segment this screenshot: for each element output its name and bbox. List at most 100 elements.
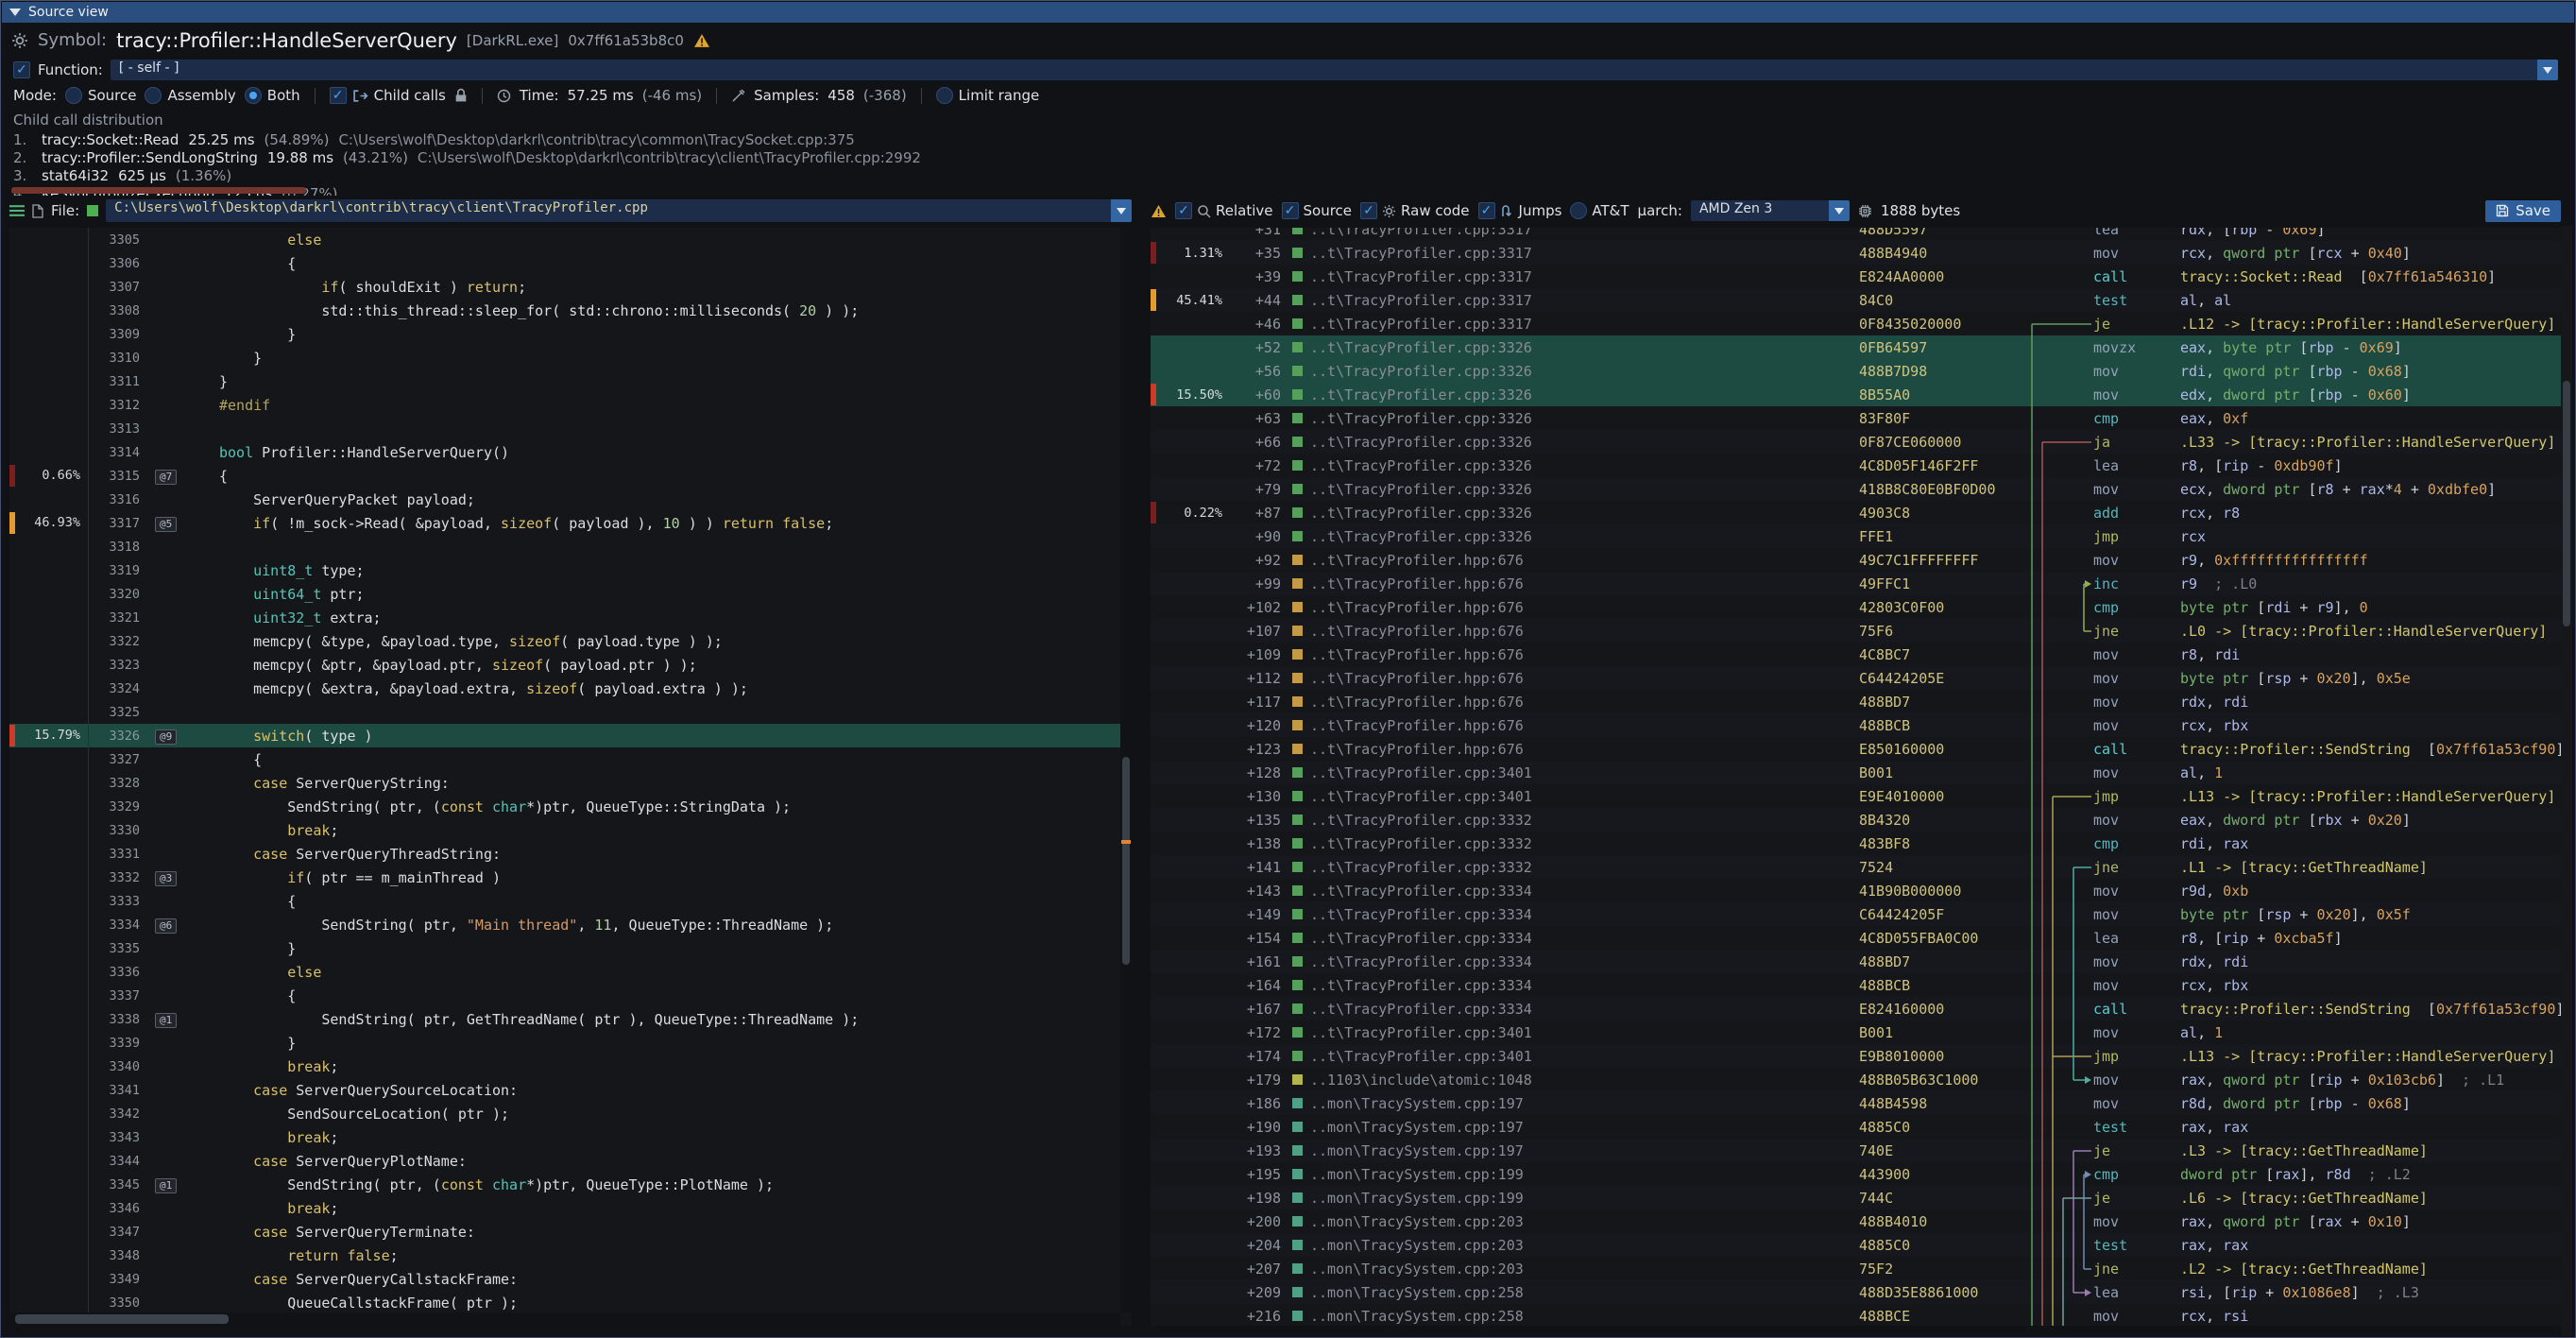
asm-group-chip[interactable]: @9 bbox=[155, 729, 177, 745]
source-line[interactable]: 3342 SendSourceLocation( ptr ); bbox=[9, 1102, 1132, 1125]
window-vscrollbar[interactable] bbox=[2561, 226, 2572, 1336]
source-hscrollbar-thumb[interactable] bbox=[15, 1314, 229, 1324]
asm-row[interactable]: +79..t\TracyProfiler.cpp:3326418B8C80E0B… bbox=[1151, 477, 2564, 501]
source-line[interactable]: 3349 case ServerQueryCallstackFrame: bbox=[9, 1267, 1132, 1291]
asm-row[interactable]: +102..t\TracyProfiler.hpp:67642803C0F00c… bbox=[1151, 595, 2564, 619]
source-line[interactable]: 3339 } bbox=[9, 1031, 1132, 1055]
source-line[interactable]: 3325 bbox=[9, 700, 1132, 724]
asm-row[interactable]: +135..t\TracyProfiler.cpp:33328B4320move… bbox=[1151, 808, 2564, 832]
asm-row[interactable]: +31..t\TracyProfiler.cpp:3317488D5597lea… bbox=[1151, 228, 2564, 241]
child-calls-hscrollbar-thumb[interactable] bbox=[11, 187, 306, 194]
source-hscrollbar[interactable] bbox=[9, 1312, 1120, 1326]
asm-row[interactable]: +154..t\TracyProfiler.cpp:33344C8D055FBA… bbox=[1151, 926, 2564, 950]
source-line[interactable]: 3305 else bbox=[9, 228, 1132, 251]
source-line[interactable]: 46.93%3317@5 if( !m_sock->Read( &payload… bbox=[9, 511, 1132, 535]
asm-group-chip[interactable]: @1 bbox=[155, 1013, 177, 1028]
asm-row[interactable]: +138..t\TracyProfiler.cpp:3332483BF8cmpr… bbox=[1151, 832, 2564, 855]
source-line[interactable]: 3306 { bbox=[9, 251, 1132, 275]
asm-row[interactable]: +72..t\TracyProfiler.cpp:33264C8D05F146F… bbox=[1151, 454, 2564, 477]
source-line[interactable]: 3319 uint8_t type; bbox=[9, 558, 1132, 582]
source-line[interactable]: 3314bool Profiler::HandleServerQuery() bbox=[9, 440, 1132, 464]
source-line[interactable]: 3311} bbox=[9, 369, 1132, 393]
asm-row[interactable]: +46..t\TracyProfiler.cpp:33170F843502000… bbox=[1151, 312, 2564, 335]
chevron-down-icon[interactable] bbox=[1829, 200, 1850, 221]
asm-row[interactable]: 15.50%+60..t\TracyProfiler.cpp:33268B55A… bbox=[1151, 383, 2564, 406]
source-line[interactable]: 3328 case ServerQueryString: bbox=[9, 771, 1132, 795]
asm-row[interactable]: +207..mon\TracySystem.cpp:20375F2jne.L2 … bbox=[1151, 1257, 2564, 1280]
source-line[interactable]: 3323 memcpy( &ptr, &payload.ptr, sizeof(… bbox=[9, 653, 1132, 677]
source-vscrollbar[interactable] bbox=[1120, 228, 1132, 1312]
source-line[interactable]: 3320 uint64_t ptr; bbox=[9, 582, 1132, 606]
child-call-entry[interactable]: 2.tracy::Profiler::SendLongString19.88 m… bbox=[13, 149, 2562, 167]
source-line[interactable]: 3322 memcpy( &type, &payload.type, sizeo… bbox=[9, 629, 1132, 653]
source-line[interactable]: 3335 } bbox=[9, 936, 1132, 960]
source-line[interactable]: 3341 case ServerQuerySourceLocation: bbox=[9, 1078, 1132, 1102]
asm-row[interactable]: +200..mon\TracySystem.cpp:203488B4010mov… bbox=[1151, 1209, 2564, 1233]
source-vscrollbar-thumb[interactable] bbox=[1122, 757, 1130, 965]
relative-checkbox[interactable]: ✓ Relative bbox=[1175, 202, 1273, 219]
save-button[interactable]: Save bbox=[2485, 200, 2561, 222]
asm-row[interactable]: +52..t\TracyProfiler.cpp:33260FB64597mov… bbox=[1151, 335, 2564, 359]
limit-range-checkbox[interactable]: Limit range bbox=[936, 87, 1040, 104]
source-line[interactable]: 3309 } bbox=[9, 322, 1132, 346]
asm-row[interactable]: 1.31%+35..t\TracyProfiler.cpp:3317488B49… bbox=[1151, 241, 2564, 265]
source-line[interactable]: 3308 std::this_thread::sleep_for( std::c… bbox=[9, 299, 1132, 322]
source-line[interactable]: 3336 else bbox=[9, 960, 1132, 984]
asm-row[interactable]: +190..mon\TracySystem.cpp:1974885C0testr… bbox=[1151, 1115, 2564, 1139]
asm-group-chip[interactable]: @5 bbox=[155, 517, 177, 532]
asm-row[interactable]: +161..t\TracyProfiler.cpp:3334488BD7movr… bbox=[1151, 950, 2564, 973]
asm-row[interactable]: +112..t\TracyProfiler.hpp:676C64424205Em… bbox=[1151, 666, 2564, 690]
asm-row[interactable]: +174..t\TracyProfiler.cpp:3401E9B8010000… bbox=[1151, 1044, 2564, 1068]
asm-row[interactable]: +117..t\TracyProfiler.hpp:676488BD7movrd… bbox=[1151, 690, 2564, 713]
source-line[interactable]: 3345@1 SendString( ptr, (const char*)ptr… bbox=[9, 1173, 1132, 1196]
asm-row[interactable]: +198..mon\TracySystem.cpp:199744Cje.L6 -… bbox=[1151, 1186, 2564, 1209]
asm-row[interactable]: +63..t\TracyProfiler.cpp:332683F80Fcmpea… bbox=[1151, 406, 2564, 430]
source-line[interactable]: 3333 { bbox=[9, 889, 1132, 913]
asm-row[interactable]: +141..t\TracyProfiler.cpp:33327524jne.L1… bbox=[1151, 855, 2564, 879]
mode-option-both[interactable]: Both bbox=[245, 87, 300, 104]
raw-code-checkbox[interactable]: ✓ Raw code bbox=[1360, 202, 1470, 219]
source-line[interactable]: 3350 QueueCallstackFrame( ptr ); bbox=[9, 1291, 1132, 1314]
asm-row[interactable]: +120..t\TracyProfiler.hpp:676488BCBmovrc… bbox=[1151, 713, 2564, 737]
asm-row[interactable]: +39..t\TracyProfiler.cpp:3317E824AA0000c… bbox=[1151, 265, 2564, 288]
asm-group-chip[interactable]: @7 bbox=[155, 470, 177, 485]
source-line[interactable]: 3347 case ServerQueryTerminate: bbox=[9, 1220, 1132, 1244]
asm-row[interactable]: +130..t\TracyProfiler.cpp:3401E9E4010000… bbox=[1151, 784, 2564, 808]
title-bar[interactable]: Source view bbox=[2, 2, 2574, 23]
source-line[interactable]: 3329 SendString( ptr, (const char*)ptr, … bbox=[9, 795, 1132, 818]
source-line[interactable]: 3331 case ServerQueryThreadString: bbox=[9, 842, 1132, 866]
chevron-down-icon[interactable] bbox=[1111, 199, 1132, 222]
child-call-entry[interactable]: 3.stat64i32625 µs(1.36%) bbox=[13, 167, 2562, 185]
source-line[interactable]: 3321 uint32_t extra; bbox=[9, 606, 1132, 629]
child-call-entry[interactable]: 1.tracy::Socket::Read25.25 ms(54.89%)C:\… bbox=[13, 131, 2562, 149]
window-vscrollbar-thumb[interactable] bbox=[2563, 381, 2570, 626]
mode-option-source[interactable]: Source bbox=[65, 87, 137, 104]
source-line[interactable]: 3344 case ServerQueryPlotName: bbox=[9, 1149, 1132, 1173]
asm-row[interactable]: 0.22%+87..t\TracyProfiler.cpp:33264903C8… bbox=[1151, 501, 2564, 524]
child-call-entry[interactable]: 4.KeSynchronizeExecution125 µs(0.27%) bbox=[13, 185, 2562, 196]
mode-option-assembly[interactable]: Assembly bbox=[145, 87, 235, 104]
asm-row[interactable]: +186..mon\TracySystem.cpp:197448B4598mov… bbox=[1151, 1091, 2564, 1115]
asm-row[interactable]: +109..t\TracyProfiler.hpp:6764C8BC7movr8… bbox=[1151, 643, 2564, 666]
asm-row[interactable]: +193..mon\TracySystem.cpp:197740Eje.L3 -… bbox=[1151, 1139, 2564, 1162]
asm-row[interactable]: +216..mon\TracySystem.cpp:258488BCEmovrc… bbox=[1151, 1304, 2564, 1326]
file-combo[interactable]: C:\Users\wolf\Desktop\darkrl\contrib\tra… bbox=[106, 199, 1132, 222]
asm-row[interactable]: +204..mon\TracySystem.cpp:2034885C0testr… bbox=[1151, 1233, 2564, 1257]
asm-row[interactable]: +179..1103\include\atomic:1048488B05B63C… bbox=[1151, 1068, 2564, 1091]
source-line[interactable]: 3343 break; bbox=[9, 1125, 1132, 1149]
asm-row[interactable]: +128..t\TracyProfiler.cpp:3401B001moval,… bbox=[1151, 761, 2564, 784]
asm-row[interactable]: +209..mon\TracySystem.cpp:258488D35E8861… bbox=[1151, 1280, 2564, 1304]
asm-row[interactable]: +143..t\TracyProfiler.cpp:333441B90B0000… bbox=[1151, 879, 2564, 902]
asm-row[interactable]: +172..t\TracyProfiler.cpp:3401B001moval,… bbox=[1151, 1021, 2564, 1044]
source-line[interactable]: 3327 { bbox=[9, 747, 1132, 771]
asm-row[interactable]: +107..t\TracyProfiler.hpp:67675F6jne.L0 … bbox=[1151, 619, 2564, 643]
source-line[interactable]: 3338@1 SendString( ptr, GetThreadName( p… bbox=[9, 1007, 1132, 1031]
asm-row[interactable]: +149..t\TracyProfiler.cpp:3334C64424205F… bbox=[1151, 902, 2564, 926]
chevron-down-icon[interactable] bbox=[2537, 60, 2558, 80]
source-line[interactable]: 3318 bbox=[9, 535, 1132, 558]
source-line[interactable]: 3313 bbox=[9, 417, 1132, 440]
asm-row[interactable]: +167..t\TracyProfiler.cpp:3334E824160000… bbox=[1151, 997, 2564, 1021]
function-checkbox[interactable]: ✓ bbox=[13, 61, 30, 78]
source-line[interactable]: 3316 ServerQueryPacket payload; bbox=[9, 488, 1132, 511]
source-line[interactable]: 3332@3 if( ptr == m_mainThread ) bbox=[9, 866, 1132, 889]
